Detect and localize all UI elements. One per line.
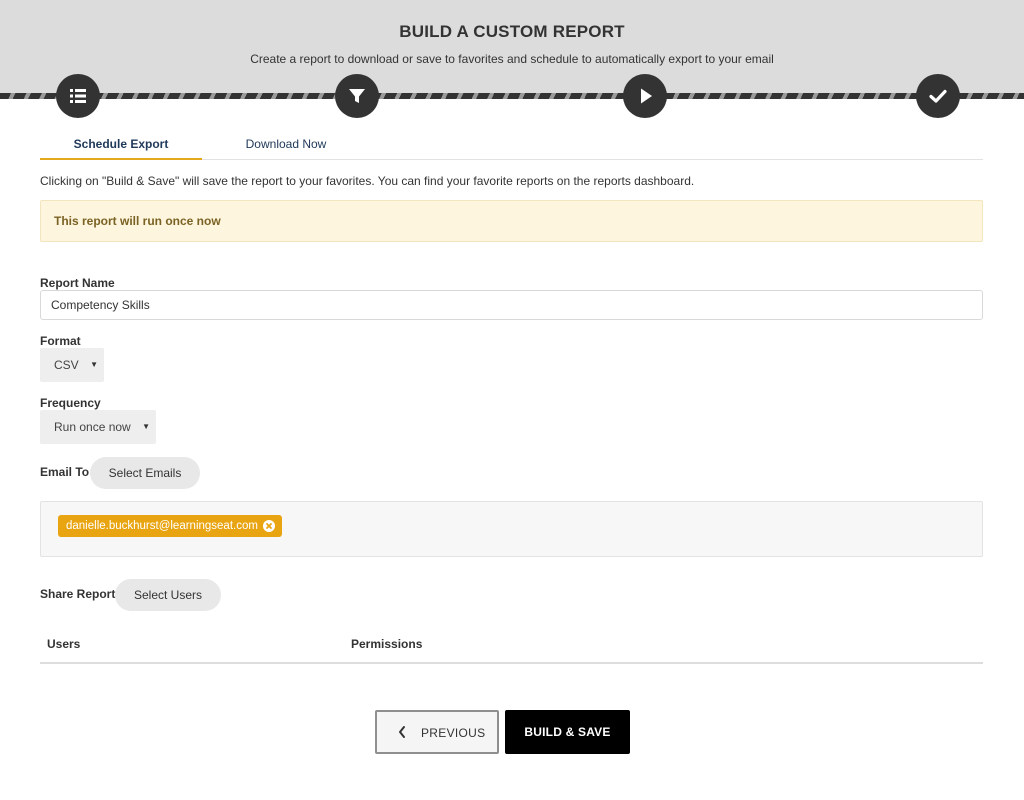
tab-download-now[interactable]: Download Now <box>202 130 370 160</box>
email-to-label: Email To <box>40 465 90 479</box>
step-columns[interactable] <box>56 74 100 118</box>
previous-button[interactable]: PREVIOUS <box>375 710 499 754</box>
select-emails-button[interactable]: Select Emails <box>90 457 200 489</box>
email-chip: danielle.buckhurst@learningseat.com <box>58 515 282 537</box>
report-name-input[interactable] <box>40 290 983 320</box>
previous-button-label: PREVIOUS <box>421 726 486 740</box>
dropdown-caret-icon: ▼ <box>142 422 150 431</box>
page-subtitle: Create a report to download or save to f… <box>250 52 774 66</box>
wizard-header: BUILD A CUSTOM REPORT Create a report to… <box>0 0 1024 96</box>
close-icon <box>266 523 272 529</box>
frequency-selected-value: Run once now <box>54 420 131 434</box>
filter-icon <box>349 89 365 103</box>
select-users-button[interactable]: Select Users <box>115 579 221 611</box>
permissions-column-header: Permissions <box>351 637 423 651</box>
email-chip-label: danielle.buckhurst@learningseat.com <box>66 520 258 532</box>
format-selected-value: CSV <box>54 358 79 372</box>
favorites-info-text: Clicking on "Build & Save" will save the… <box>40 174 695 188</box>
report-name-label: Report Name <box>40 276 115 290</box>
check-icon <box>929 89 947 103</box>
export-tabs: Schedule Export Download Now <box>40 130 983 160</box>
share-report-label: Share Report <box>40 587 116 601</box>
step-run[interactable] <box>623 74 667 118</box>
wizard-progress-track <box>0 93 1024 99</box>
play-icon <box>641 88 652 104</box>
dropdown-caret-icon: ▼ <box>90 360 98 369</box>
build-save-button[interactable]: BUILD & SAVE <box>505 710 630 754</box>
page-title: BUILD A CUSTOM REPORT <box>399 22 625 41</box>
list-icon <box>70 89 86 103</box>
frequency-label: Frequency <box>40 396 101 410</box>
users-table-header: Users Permissions <box>40 628 983 664</box>
users-column-header: Users <box>47 637 81 651</box>
run-once-notice: This report will run once now <box>40 200 983 242</box>
format-select[interactable]: CSV ▼ <box>40 348 104 382</box>
chevron-left-icon <box>399 726 405 738</box>
step-finish[interactable] <box>916 74 960 118</box>
email-recipients-box: danielle.buckhurst@learningseat.com <box>40 501 983 557</box>
step-filters[interactable] <box>335 74 379 118</box>
tab-schedule-export[interactable]: Schedule Export <box>40 130 202 160</box>
frequency-select[interactable]: Run once now ▼ <box>40 410 156 444</box>
remove-email-button[interactable] <box>262 520 275 532</box>
format-label: Format <box>40 334 81 348</box>
